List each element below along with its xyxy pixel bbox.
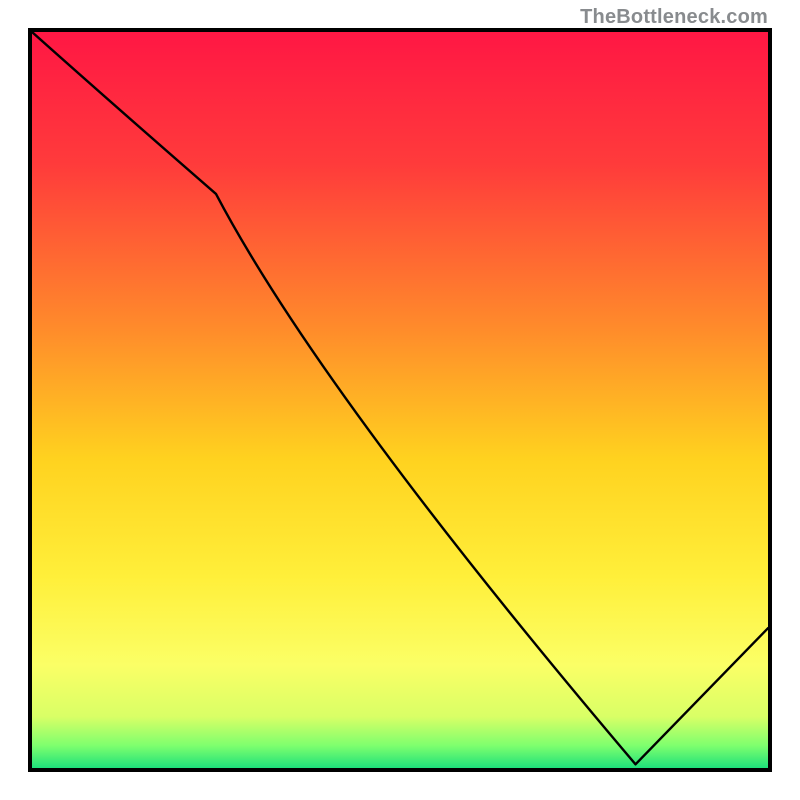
line-curve-path <box>32 32 768 764</box>
chart-frame <box>28 28 772 772</box>
watermark-text: TheBottleneck.com <box>580 6 768 29</box>
line-curve-svg <box>32 32 768 768</box>
